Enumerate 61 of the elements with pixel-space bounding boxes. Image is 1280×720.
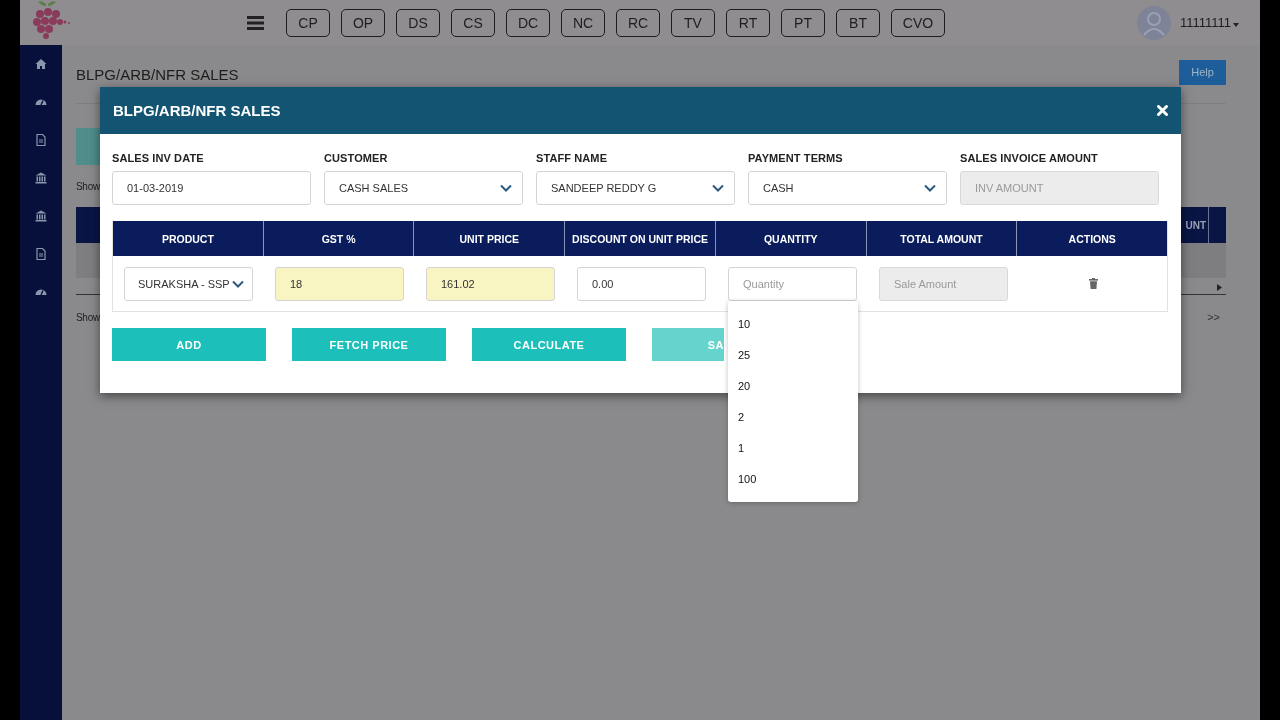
chevron-icon[interactable] [924,184,936,192]
nav-button[interactable]: RT [726,8,770,37]
bank-icon[interactable] [35,210,47,222]
next-page-link[interactable]: >> [1207,311,1220,323]
column-header: DISCOUNT ON UNIT PRICE [564,221,715,256]
user-menu[interactable]: 11111111 [1179,15,1231,30]
caret-icon[interactable] [1233,22,1239,27]
trash-icon[interactable] [1088,278,1098,289]
suggestion-item[interactable]: 20 [728,371,858,402]
nav-button[interactable]: NC [561,8,605,37]
nav-button[interactable]: RC [616,8,660,37]
column-header: UNT [1185,219,1207,231]
input-field[interactable]: 01-03-2019 [112,171,311,205]
show-label: Show [76,181,100,192]
select-field[interactable]: CASH SALES [324,171,523,205]
suggestion-item[interactable]: 25 [728,340,858,371]
nav-button[interactable]: DC [506,8,550,37]
input-field[interactable]: Quantity [728,266,857,301]
nav-button[interactable]: DS [396,8,440,37]
document-icon[interactable] [35,248,47,260]
document-icon[interactable] [35,134,47,146]
column-header: PRODUCT [160,231,215,247]
chevron-icon[interactable] [712,184,724,192]
nav-button[interactable]: OP [341,8,385,37]
select-field[interactable]: CASH [748,171,947,205]
home-icon[interactable] [35,58,47,70]
input-field[interactable]: 0.00 [577,266,706,301]
input-field[interactable]: 18 [275,266,404,301]
column-header: ACTIONS [1016,221,1168,256]
suggestion-item[interactable]: 2 [728,402,858,433]
field-label: SALES INV DATE [112,152,205,164]
column-header: QUANTITY [714,221,866,256]
select-field[interactable]: SURAKSHA - SSP [124,266,253,301]
nav-button[interactable]: TV [671,8,715,37]
column-header: TOTAL AMOUNT [865,221,1017,256]
show-label: Show [76,311,100,323]
field-label: STAFF NAME [536,152,609,164]
input-field[interactable]: 161.02 [426,266,555,301]
close-icon[interactable] [1157,105,1168,116]
nav-button[interactable]: CP [286,8,330,37]
column-header: GST % [262,221,414,256]
scroll-arrow-icon[interactable] [1217,283,1222,291]
column-header: UNIT PRICE [413,221,565,256]
field-label: SALES INVOICE AMOUNT [960,152,1099,164]
modal-title: BLPG/ARB/NFR SALES [113,102,281,119]
bank-icon[interactable] [35,172,47,184]
page-title: BLPG/ARB/NFR SALES [76,65,239,83]
field-label: PAYMENT TERMS [748,152,844,164]
nav-button[interactable]: CS [451,8,495,37]
chevron-icon[interactable] [232,279,244,288]
chevron-icon[interactable] [500,184,512,192]
nav-button[interactable]: BT [836,8,880,37]
suggestion-item[interactable]: 100 [728,464,858,495]
nav-button[interactable]: CVO [891,8,945,37]
select-field[interactable]: SANDEEP REDDY G [536,171,735,205]
field-label: CUSTOMER [324,152,389,164]
help-button[interactable]: Help [1179,59,1226,85]
nav-button[interactable]: PT [781,8,825,37]
suggestion-item[interactable]: 10 [728,309,858,340]
menu-icon[interactable] [247,15,264,30]
suggestion-item[interactable]: 1 [728,433,858,464]
